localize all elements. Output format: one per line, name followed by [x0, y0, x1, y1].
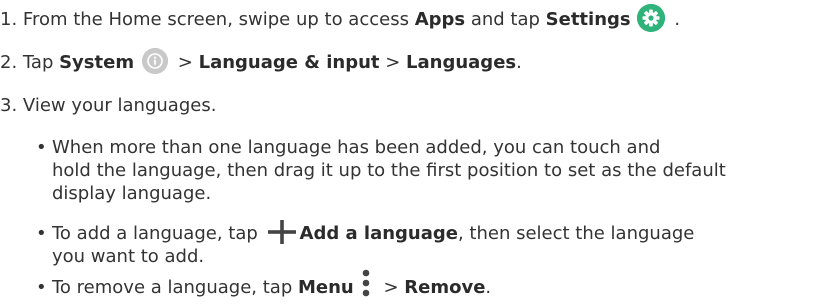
step-3-text: 3. View your languages.	[0, 95, 217, 116]
bullet-1-text-3: display language.	[52, 183, 212, 204]
languages-label: Languages	[406, 52, 517, 73]
bullet-3-sep: >	[377, 277, 405, 298]
bullet-2-suffix: , then select the language	[457, 223, 695, 244]
bullet-3-prefix: To remove a language, tap	[52, 277, 298, 298]
bullet-glyph: •	[36, 223, 47, 244]
bullet-1-text-1: When more than one language has been add…	[52, 137, 661, 158]
step-2-sep-1: >	[172, 52, 199, 73]
bullet-2-text-2: you want to add.	[52, 246, 205, 267]
remove-label: Remove	[404, 277, 486, 298]
bullet-3-line-1: • To remove a language, tap Menu > Remove…	[36, 269, 492, 300]
menu-label: Menu	[297, 277, 354, 298]
add-a-language-label: Add a language	[299, 223, 458, 244]
plus-icon	[267, 220, 296, 244]
info-icon	[142, 48, 169, 74]
step-2-suffix: .	[516, 52, 522, 73]
step-3: 3. View your languages.	[0, 94, 216, 118]
bullet-2-line-1: • To add a language, tap Add a language, …	[36, 220, 695, 246]
bullet-1-line-2: hold the language, then drag it up to th…	[52, 159, 726, 183]
language-input-label: Language & input	[198, 52, 380, 73]
step-1-suffix: .	[668, 9, 681, 30]
bullet-1-line-3: display language.	[52, 182, 211, 206]
bullet-glyph: •	[36, 137, 47, 158]
bullet-3-suffix: .	[485, 277, 492, 298]
bullet-1-text-2: hold the language, then drag it up to th…	[52, 160, 726, 181]
step-1-mid: and tap	[465, 9, 546, 30]
step-2-prefix: 2. Tap	[0, 52, 60, 73]
step-2-sep-2: >	[379, 52, 407, 73]
bullet-1-line-1: • When more than one language has been ad…	[36, 136, 660, 160]
gear-icon	[636, 4, 665, 32]
step-1: 1. From the Home screen, swipe up to acc…	[0, 4, 681, 32]
vertical-dots-menu-icon	[360, 268, 372, 298]
bullet-glyph: •	[36, 277, 47, 298]
bullet-2-line-2: you want to add.	[52, 245, 204, 269]
step-2: 2. Tap System > Language & input > Langu…	[0, 48, 522, 75]
system-label: System	[59, 52, 135, 73]
apps-label: Apps	[414, 9, 466, 30]
bullet-2-prefix: To add a language, tap	[52, 223, 264, 244]
settings-label: Settings	[545, 9, 631, 30]
document-page: { "step1": { "prefix": "1. From the Home…	[0, 0, 823, 303]
step-1-prefix: 1. From the Home screen, swipe up to acc…	[0, 9, 415, 30]
